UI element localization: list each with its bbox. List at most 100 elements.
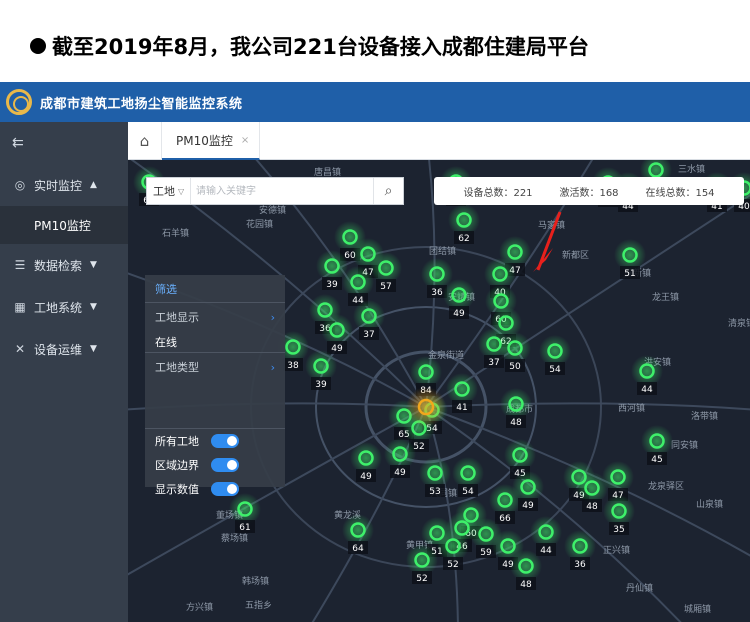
search-type-select[interactable]: 工地 ▽ bbox=[147, 178, 191, 204]
device-total: 设备总数：221 bbox=[463, 187, 533, 199]
site-marker[interactable]: 52 bbox=[406, 544, 438, 584]
site-marker[interactable]: 48 bbox=[500, 388, 532, 428]
site-marker-value: 61 bbox=[239, 523, 250, 533]
site-marker-value: 38 bbox=[287, 361, 299, 371]
site-marker[interactable]: 44 bbox=[342, 266, 374, 306]
grid-icon: ▦ bbox=[14, 300, 26, 314]
place-label: 新都区 bbox=[562, 249, 589, 261]
site-marker[interactable]: 44 bbox=[530, 516, 562, 556]
road bbox=[425, 406, 459, 622]
site-marker[interactable]: 49 bbox=[443, 279, 475, 319]
site-marker-value: 44 bbox=[540, 546, 552, 556]
site-marker[interactable]: 44 bbox=[631, 355, 663, 395]
site-marker[interactable]: 41 bbox=[446, 373, 478, 413]
slide-title: 截至2019年8月，我公司221台设备接入成都住建局平台 bbox=[30, 30, 589, 62]
toggle-row-boundary: 区域边界 bbox=[145, 453, 285, 477]
site-marker-value: 52 bbox=[416, 574, 427, 584]
site-marker-value: 37 bbox=[488, 358, 499, 368]
close-icon[interactable]: × bbox=[241, 135, 249, 146]
online-count: 在线总数：154 bbox=[645, 187, 715, 199]
app-header: 成都市建筑工地扬尘智能监控系统 bbox=[0, 82, 750, 122]
sidebar-item-realtime[interactable]: ◎ 实时监控 ▲ bbox=[0, 164, 128, 206]
chevron-down-icon: ▽ bbox=[178, 186, 185, 196]
toggle-label: 显示数值 bbox=[155, 483, 199, 496]
sidebar-item-data-search[interactable]: ☰ 数据检索 ▼ bbox=[0, 244, 128, 286]
place-label: 三水镇 bbox=[678, 163, 705, 175]
toggle-label: 所有工地 bbox=[155, 435, 199, 448]
chevron-right-icon: › bbox=[270, 310, 275, 324]
sidebar-item-pm10[interactable]: PM10监控 bbox=[0, 206, 128, 244]
site-marker[interactable]: 49 bbox=[384, 438, 416, 478]
sidebar-item-label: PM10监控 bbox=[34, 218, 91, 233]
place-label: 洛带镇 bbox=[691, 410, 718, 422]
home-icon[interactable]: ⌂ bbox=[128, 122, 162, 160]
city-center-marker[interactable] bbox=[406, 387, 446, 427]
toggle-row-all-sites: 所有工地 bbox=[145, 429, 285, 453]
site-type-label: 工地类型 bbox=[155, 361, 199, 374]
active-count: 激活数：168 bbox=[559, 187, 619, 199]
site-marker[interactable]: 47 bbox=[602, 461, 634, 501]
site-marker[interactable]: 62 bbox=[448, 204, 480, 244]
all-sites-toggle[interactable] bbox=[211, 434, 239, 448]
chevron-down-icon: ▼ bbox=[90, 260, 97, 270]
show-values-toggle[interactable] bbox=[211, 482, 239, 496]
chevron-down-icon: ▼ bbox=[90, 302, 97, 312]
site-type-value bbox=[145, 381, 285, 429]
logo-icon bbox=[6, 89, 32, 115]
site-marker[interactable]: 37 bbox=[353, 300, 385, 340]
site-marker[interactable]: 36 bbox=[564, 530, 596, 570]
site-marker-value: 50 bbox=[509, 362, 521, 372]
search-input[interactable] bbox=[191, 178, 373, 204]
tab-bar: ⌂ PM10监控 × bbox=[128, 122, 750, 160]
site-marker[interactable]: 45 bbox=[641, 425, 673, 465]
site-marker-value: 62 bbox=[458, 234, 469, 244]
search-icon[interactable]: ⌕ bbox=[373, 178, 403, 204]
sidebar-item-site-system[interactable]: ▦ 工地系统 ▼ bbox=[0, 286, 128, 328]
tab-pm10[interactable]: PM10监控 × bbox=[162, 122, 260, 160]
site-marker[interactable]: 35 bbox=[603, 495, 635, 535]
site-marker-value: 49 bbox=[331, 344, 343, 354]
place-label: 同安镇 bbox=[671, 439, 698, 451]
site-marker[interactable]: 54 bbox=[539, 335, 571, 375]
sidebar-item-label: 数据检索 bbox=[34, 258, 83, 273]
place-label: 清泉镇 bbox=[728, 317, 750, 329]
place-label: 蔡场镇 bbox=[221, 532, 248, 544]
stats-bar: 设备总数：221 激活数：168 在线总数：154 bbox=[434, 177, 744, 205]
site-marker-value: 41 bbox=[456, 403, 467, 413]
menu-fold-icon[interactable]: ⇇ bbox=[0, 122, 128, 164]
site-marker-value: 44 bbox=[641, 385, 653, 395]
site-marker[interactable]: 39 bbox=[305, 350, 337, 390]
filter-header[interactable]: 筛选 bbox=[145, 275, 285, 303]
chevron-up-icon: ▲ bbox=[90, 180, 97, 190]
site-marker-value: 57 bbox=[380, 282, 391, 292]
tab-label: PM10监控 bbox=[176, 133, 233, 148]
place-label: 山泉镇 bbox=[696, 498, 723, 510]
site-marker[interactable]: 49 bbox=[321, 314, 353, 354]
toggle-label: 区域边界 bbox=[155, 459, 199, 472]
site-marker[interactable]: 57 bbox=[370, 252, 402, 292]
site-marker-value: 39 bbox=[315, 380, 327, 390]
site-marker[interactable]: 48 bbox=[510, 550, 542, 590]
place-label: 石羊镇 bbox=[162, 227, 189, 239]
site-marker[interactable]: 48 bbox=[576, 472, 608, 512]
site-type-select[interactable]: 工地类型 › bbox=[145, 353, 285, 381]
site-marker-value: 54 bbox=[549, 365, 561, 375]
site-marker-value: 64 bbox=[352, 544, 364, 554]
sidebar-item-label: 工地系统 bbox=[34, 300, 83, 315]
map-view[interactable]: 唐昌镇三水镇安德镇马家镇新都区石羊镇花园镇团结镇日新镇龙王镇安靖镇清泉镇金泉街道… bbox=[128, 160, 750, 622]
list-icon: ☰ bbox=[14, 258, 26, 272]
place-label: 龙泉驿区 bbox=[648, 480, 684, 492]
sidebar-item-label: 设备运维 bbox=[34, 342, 83, 357]
chevron-right-icon: › bbox=[270, 360, 275, 374]
site-marker[interactable]: 64 bbox=[342, 514, 374, 554]
site-display-select[interactable]: 工地显示 › bbox=[145, 303, 285, 331]
site-marker-value: 66 bbox=[499, 514, 511, 524]
site-marker[interactable]: 49 bbox=[350, 442, 382, 482]
sidebar: ⇇ ◎ 实时监控 ▲ PM10监控 ☰ 数据检索 ▼ ▦ 工地系统 ▼ ✕ 设备… bbox=[0, 122, 128, 622]
site-marker-value: 59 bbox=[480, 548, 492, 558]
boundary-toggle[interactable] bbox=[211, 458, 239, 472]
sidebar-item-maintenance[interactable]: ✕ 设备运维 ▼ bbox=[0, 328, 128, 370]
site-marker-value: 49 bbox=[453, 309, 465, 319]
place-label: 团结镇 bbox=[429, 245, 456, 257]
toggle-row-values: 显示数值 bbox=[145, 477, 285, 501]
